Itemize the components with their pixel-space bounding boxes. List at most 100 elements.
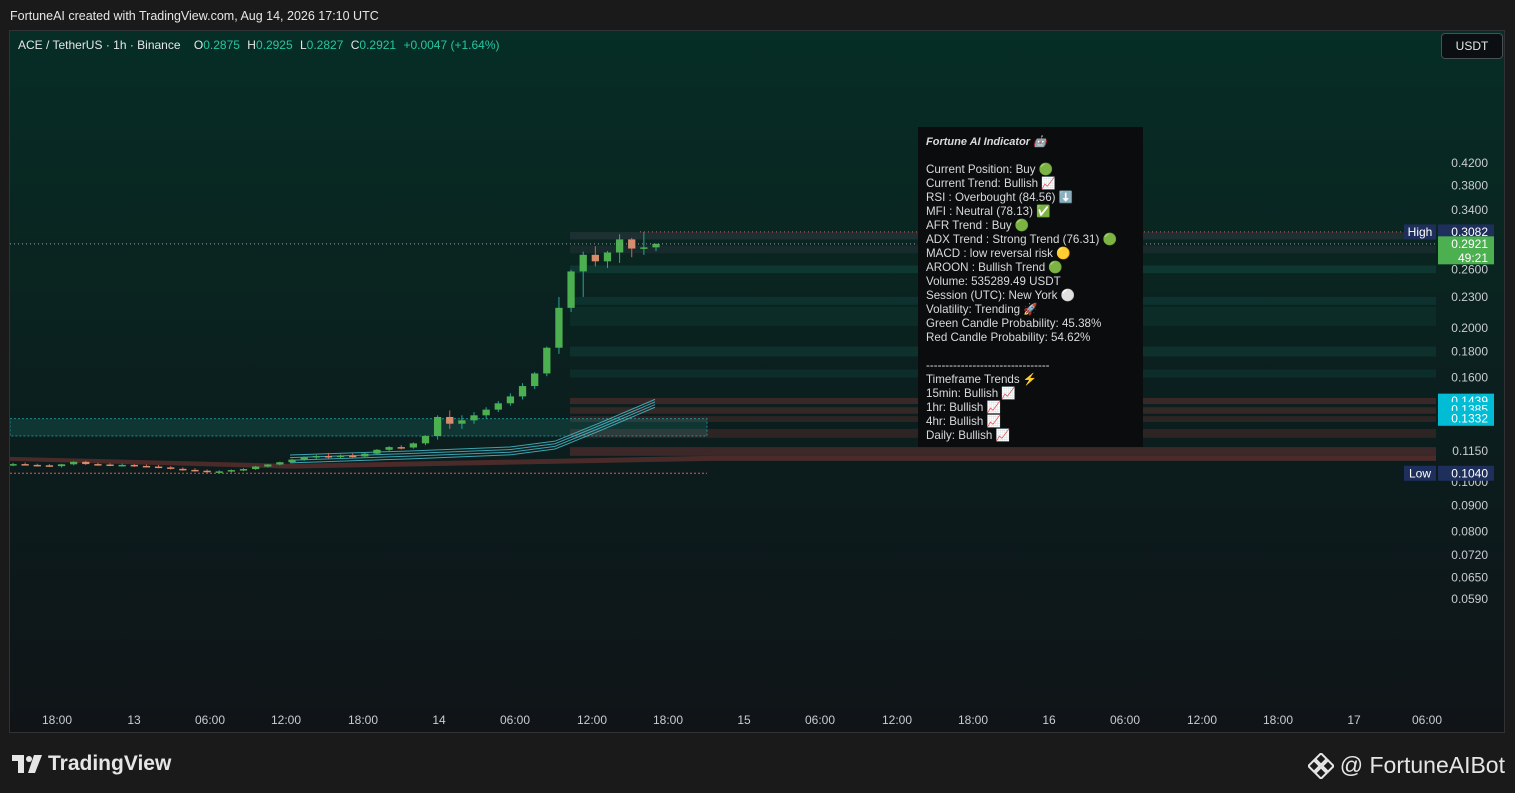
high-value: 0.2925 (255, 38, 293, 52)
candle-body (264, 464, 272, 467)
candle-body (494, 403, 502, 410)
indicator-line: Red Candle Probability: 54.62% (926, 331, 1091, 344)
tradingview-logo[interactable]: TradingView (12, 752, 171, 776)
x-axis-tick-label: 18:00 (653, 713, 683, 727)
candle-body (482, 409, 490, 416)
indicator-line: Session (UTC): New York ⚪ (926, 289, 1076, 302)
y-axis-tick-label: 0.1600 (1451, 371, 1488, 385)
countdown-label: 49:21 (1458, 251, 1488, 265)
x-axis-tick-label: 15 (737, 713, 751, 727)
chart-attribution: FortuneAI created with TradingView.com, … (10, 9, 379, 23)
candle-body (142, 465, 151, 468)
candle-body (458, 420, 466, 424)
candle-body (543, 347, 551, 374)
currency-button[interactable]: USDT (1441, 33, 1503, 59)
x-axis-tick-label: 06:00 (195, 713, 225, 727)
timeframe-line: 4hr: Bullish 📈 (926, 415, 1002, 428)
candle-body (397, 447, 405, 449)
indicator-line: Volatility: Trending 🚀 (926, 303, 1038, 316)
indicator-line: MACD : low reversal risk 🟡 (926, 247, 1071, 260)
price-zone (570, 447, 1436, 456)
candle-body (361, 453, 369, 457)
low-value: 0.2827 (306, 38, 344, 52)
candle-body (227, 470, 236, 472)
x-axis-tick-label: 12:00 (1187, 713, 1217, 727)
candle-body (470, 415, 478, 421)
fortune-handle: @ FortuneAIBot (1307, 752, 1505, 779)
candle-body (118, 464, 126, 467)
y-axis-tick-label: 0.0720 (1451, 548, 1488, 562)
candle-body (276, 462, 284, 465)
candle-body (154, 466, 163, 469)
candle-body (70, 461, 78, 465)
axis-price-label: 0.2921 (1451, 237, 1488, 251)
indicator-line: Volume: 535289.49 USDT (926, 275, 1061, 288)
y-axis-tick-label: 0.0590 (1451, 592, 1488, 606)
x-axis-tick-label: 12:00 (577, 713, 607, 727)
indicator-title: Fortune AI Indicator 🤖 (926, 136, 1047, 148)
candle-body (252, 466, 260, 470)
x-axis-tick-label: 06:00 (1412, 713, 1442, 727)
tradingview-logo-icon (12, 755, 42, 773)
indicator-line: AROON : Bullish Trend 🟢 (926, 261, 1063, 274)
symbol-legend: ACE / TetherUS · 1h · Binance O0.2875 H0… (18, 38, 500, 52)
candle-body (652, 243, 660, 248)
y-axis-tick-label: 0.1800 (1451, 344, 1488, 358)
red-ribbon (10, 455, 1436, 469)
high-label: H (247, 38, 256, 52)
candle-body (336, 455, 345, 458)
x-axis-tick-label: 18:00 (958, 713, 988, 727)
axis-tag-label: High (1408, 225, 1433, 239)
y-axis-tick-label: 0.0650 (1451, 571, 1488, 585)
y-axis-tick-label: 0.0800 (1451, 525, 1488, 539)
indicator-line: ADX Trend : Strong Trend (76.31) 🟢 (926, 233, 1118, 246)
candle-body (179, 468, 187, 471)
candle-body (567, 271, 575, 308)
candle-body (239, 469, 248, 471)
y-axis-tick-label: 0.3400 (1451, 203, 1488, 217)
candle-body (312, 456, 320, 458)
candle-body (531, 373, 539, 387)
candle-body (324, 456, 333, 458)
price-chart[interactable]: 0.42000.38000.34000.26000.23000.20000.18… (10, 31, 1504, 732)
candle-body (555, 307, 563, 348)
candle-body (300, 457, 308, 460)
binance-icon (1307, 752, 1334, 779)
candle-body (640, 247, 648, 249)
timeframe-line: 1hr: Bullish 📈 (926, 401, 1002, 414)
candle-body (10, 464, 17, 466)
candle-body (615, 239, 624, 253)
candle-body (21, 464, 29, 466)
change-value: +0.0047 (+1.64%) (403, 38, 500, 52)
candle-body (591, 254, 599, 262)
candle-body (433, 416, 442, 437)
candle-body (94, 464, 102, 466)
candle-body (409, 443, 417, 448)
x-axis-tick-label: 18:00 (42, 713, 72, 727)
fortune-ai-indicator-panel: Fortune AI Indicator 🤖 Current Position:… (918, 127, 1143, 447)
x-axis-tick-label: 12:00 (271, 713, 301, 727)
chart-area[interactable]: 0.4200 0.3800 0.3400 0.2600 0.2300 0.2000 0.18… (9, 30, 1505, 733)
timeframe-title: Timeframe Trends ⚡ (926, 373, 1038, 386)
low-label: L (299, 38, 307, 52)
candle-body (506, 396, 515, 404)
candle-body (191, 469, 199, 472)
indicator-line: Current Trend: Bullish 📈 (926, 177, 1056, 190)
close-value: 0.2921 (359, 38, 397, 52)
candle-body (82, 461, 90, 465)
indicator-line: Green Candle Probability: 45.38% (926, 317, 1102, 330)
y-axis-tick-label: 0.0900 (1451, 498, 1488, 512)
open-value: 0.2875 (203, 38, 240, 52)
indicator-line: RSI : Overbought (84.56) ⬇️ (926, 191, 1074, 204)
y-axis-tick-label: 0.4200 (1451, 156, 1488, 170)
open-label: O (193, 38, 204, 52)
symbol-name: ACE / TetherUS · 1h · Binance (18, 38, 181, 52)
timeframe-line: 15min: Bullish 📈 (926, 387, 1016, 400)
candle-body (215, 471, 223, 473)
candle-body (579, 254, 587, 272)
candle-body (421, 436, 430, 444)
candle-body (518, 386, 527, 397)
x-axis-tick-label: 16 (1042, 713, 1056, 727)
candle-body (446, 416, 454, 424)
indicator-line: Current Position: Buy 🟢 (926, 163, 1054, 176)
